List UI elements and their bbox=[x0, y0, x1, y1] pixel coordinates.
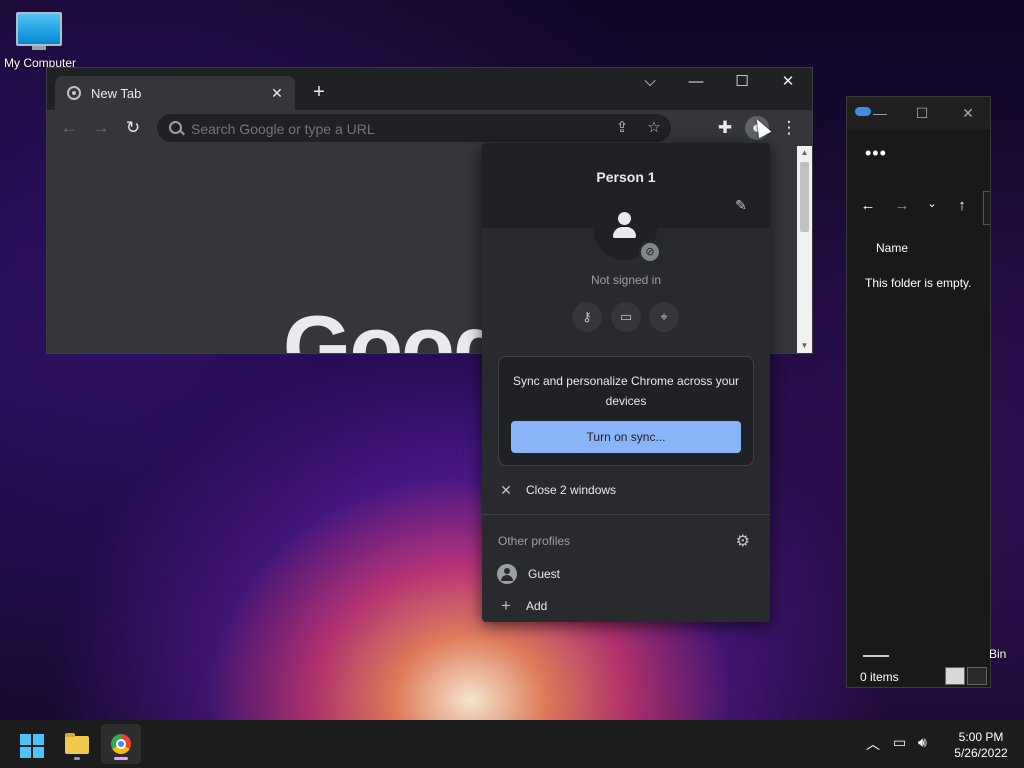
clock-time: 5:00 PM bbox=[958, 730, 1004, 744]
omnibox-input[interactable] bbox=[189, 118, 613, 140]
toolbar: ← → ↻ ⇪ ☆ ✚ ● ⋮ bbox=[47, 110, 812, 146]
close-icon: ✕ bbox=[500, 481, 512, 498]
explorer-minimize-button[interactable]: — bbox=[865, 101, 895, 125]
add-profile-item[interactable]: + Add bbox=[482, 590, 770, 622]
bookmark-star-icon[interactable]: ☆ bbox=[643, 117, 665, 139]
tab-title: New Tab bbox=[91, 85, 142, 101]
file-explorer-window: — ☐ ✕ ••• ← → ⌄ ↑ Name This folder is em… bbox=[846, 96, 991, 688]
explorer-maximize-button[interactable]: ☐ bbox=[907, 101, 937, 125]
close-windows-item[interactable]: ✕ Close 2 windows bbox=[482, 474, 770, 506]
profile-menu: Person 1 ✎ ⊘ Not signed in ⚷ ▭ ⌖ Sync an… bbox=[482, 143, 770, 622]
running-indicator bbox=[74, 757, 80, 760]
more-menu-icon[interactable]: ⋮ bbox=[777, 116, 801, 140]
network-icon[interactable]: ▭ bbox=[893, 734, 906, 751]
volume-icon[interactable]: 🔊︎ bbox=[918, 734, 927, 751]
close-button[interactable]: ✕ bbox=[765, 68, 811, 98]
details-view-icon[interactable] bbox=[945, 667, 965, 685]
item-count: 0 items bbox=[860, 670, 899, 684]
omnibox[interactable]: ⇪ ☆ bbox=[157, 114, 671, 142]
avatar-body bbox=[613, 227, 636, 238]
back-arrow-icon[interactable]: ← bbox=[57, 116, 81, 140]
passwords-key-icon[interactable]: ⚷ bbox=[572, 302, 602, 332]
other-profiles-label: Other profiles bbox=[498, 534, 571, 548]
close-windows-label: Close 2 windows bbox=[526, 483, 617, 497]
tab-new-tab[interactable]: New Tab ✕ bbox=[55, 76, 295, 110]
sync-promo-text: Sync and personalize Chrome across your … bbox=[512, 374, 740, 408]
tab-search-button[interactable]: ⌵ bbox=[627, 68, 673, 98]
recent-locations-chevron-icon[interactable]: ⌄ bbox=[919, 197, 945, 217]
active-indicator bbox=[114, 757, 128, 760]
start-button[interactable] bbox=[20, 734, 44, 758]
search-icon bbox=[169, 121, 182, 134]
sign-in-status: Not signed in bbox=[590, 273, 662, 287]
taskbar: ︿ ▭ 🔊︎ 5:00 PM 5/26/2022 bbox=[0, 720, 1024, 768]
forward-arrow-icon[interactable]: → bbox=[89, 116, 113, 140]
minimize-button[interactable]: — bbox=[673, 68, 719, 98]
taskbar-chrome[interactable] bbox=[101, 724, 141, 764]
windows-logo-icon bbox=[20, 734, 31, 745]
manage-profiles-gear-icon[interactable]: ⚙ bbox=[736, 531, 750, 551]
address-bar[interactable] bbox=[983, 191, 990, 225]
add-profile-label: Add bbox=[526, 599, 548, 613]
plus-icon: + bbox=[501, 596, 511, 615]
tiles-view-icon[interactable] bbox=[967, 667, 987, 685]
chrome-favicon-icon bbox=[67, 86, 81, 100]
google-logo: Goog bbox=[283, 297, 507, 353]
explorer-back-arrow-icon[interactable]: ← bbox=[855, 197, 881, 217]
folder-icon bbox=[65, 733, 89, 754]
scroll-thumb[interactable] bbox=[800, 162, 809, 232]
share-icon[interactable]: ⇪ bbox=[611, 117, 633, 139]
payment-card-icon[interactable]: ▭ bbox=[611, 302, 641, 332]
avatar-head bbox=[618, 212, 631, 225]
guest-avatar-icon bbox=[497, 564, 517, 584]
scroll-up-arrow-icon[interactable]: ▲ bbox=[799, 148, 810, 158]
up-arrow-icon[interactable]: ↑ bbox=[949, 197, 975, 217]
empty-folder-message: This folder is empty. bbox=[865, 276, 972, 290]
avatar: ⊘ bbox=[593, 196, 661, 263]
clock[interactable]: 5:00 PM 5/26/2022 bbox=[946, 729, 1016, 761]
extensions-puzzle-icon[interactable]: ✚ bbox=[713, 116, 737, 140]
tab-close-icon[interactable]: ✕ bbox=[267, 85, 287, 102]
edit-pencil-icon[interactable]: ✎ bbox=[732, 197, 750, 215]
clock-date: 5/26/2022 bbox=[954, 746, 1008, 760]
explorer-titlebar: — ☐ ✕ bbox=[847, 97, 990, 129]
page-scrollbar[interactable]: ▲ ▼ bbox=[797, 146, 812, 353]
addresses-location-icon[interactable]: ⌖ bbox=[649, 302, 679, 332]
show-hidden-icons-chevron-icon[interactable]: ︿ bbox=[866, 734, 880, 754]
profile-name: Person 1 bbox=[596, 169, 656, 185]
guest-label: Guest bbox=[528, 567, 561, 581]
scroll-down-arrow-icon[interactable]: ▼ bbox=[799, 341, 810, 351]
reload-icon[interactable]: ↻ bbox=[121, 116, 145, 140]
chrome-icon bbox=[111, 734, 131, 754]
horizontal-scrollbar[interactable] bbox=[863, 655, 889, 657]
menu-divider bbox=[482, 514, 770, 515]
sync-promo-card: Sync and personalize Chrome across your … bbox=[498, 356, 754, 466]
more-options-icon[interactable]: ••• bbox=[865, 143, 887, 164]
explorer-close-button[interactable]: ✕ bbox=[953, 101, 983, 125]
sync-off-badge-icon: ⊘ bbox=[639, 241, 661, 263]
guest-profile-item[interactable]: Guest bbox=[482, 558, 770, 590]
recycle-bin-label[interactable]: Bin bbox=[989, 647, 1006, 661]
taskbar-file-explorer[interactable] bbox=[57, 724, 97, 764]
tab-strip: New Tab ✕ + ⌵ — ☐ ✕ bbox=[47, 68, 812, 110]
monitor-icon bbox=[16, 12, 62, 50]
turn-on-sync-button[interactable]: Turn on sync... bbox=[511, 421, 741, 453]
explorer-forward-arrow-icon[interactable]: → bbox=[889, 197, 915, 217]
new-tab-button[interactable]: + bbox=[307, 80, 331, 104]
desktop-icon-my-computer[interactable]: My Computer bbox=[4, 8, 76, 70]
column-header-name[interactable]: Name bbox=[876, 241, 908, 255]
maximize-button[interactable]: ☐ bbox=[719, 68, 765, 98]
